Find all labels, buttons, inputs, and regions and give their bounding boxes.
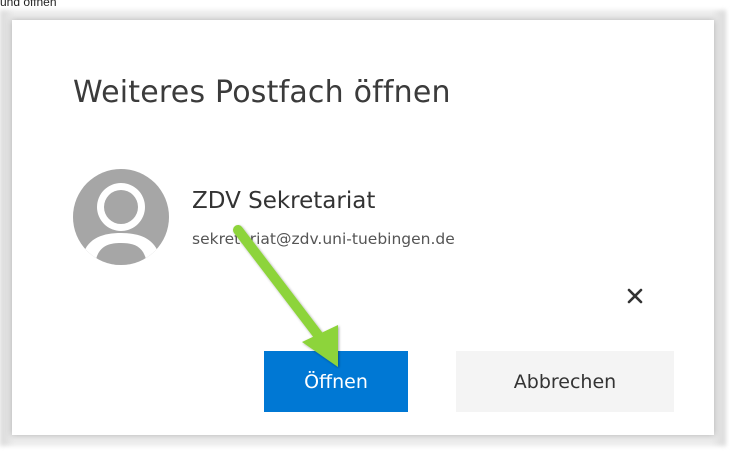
person-avatar-icon: [73, 169, 169, 265]
mailbox-name: ZDV Sekretariat: [192, 188, 376, 214]
close-icon[interactable]: [624, 285, 646, 307]
caption-text: und öffnen: [0, 0, 57, 9]
open-button[interactable]: Öffnen: [264, 351, 408, 412]
cancel-button[interactable]: Abbrechen: [456, 351, 674, 412]
mailbox-email: sekretariat@zdv.uni-tuebingen.de: [192, 230, 455, 248]
dialog-title: Weiteres Postfach öffnen: [73, 75, 451, 110]
page: und öffnen Weiteres Postfach öffnen ZDV …: [0, 0, 730, 453]
open-mailbox-dialog: Weiteres Postfach öffnen ZDV Sekretariat…: [12, 20, 714, 435]
